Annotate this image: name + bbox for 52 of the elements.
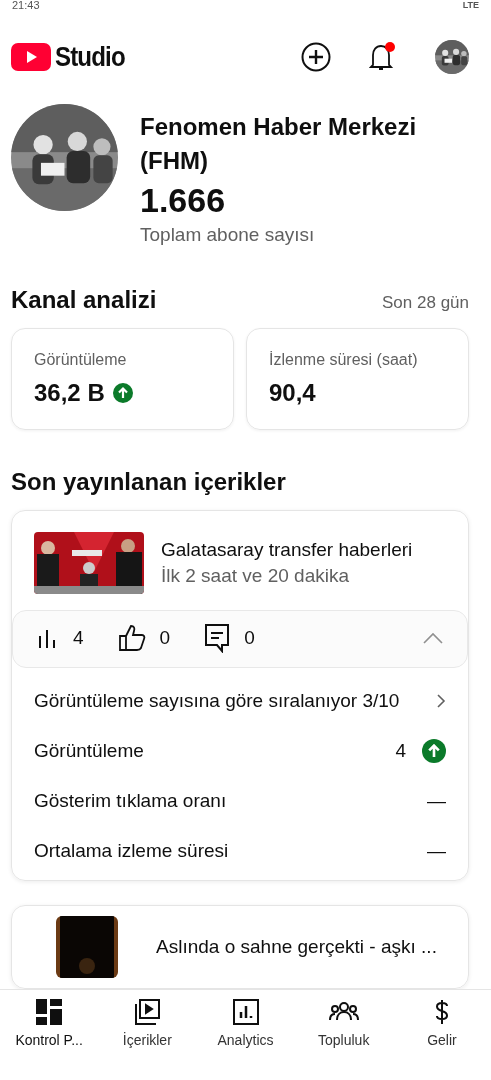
status-time: 21:43 [12,0,40,11]
video-card[interactable]: Aslında o sahne gerçekti - aşkı ... [11,905,469,989]
comment-icon [204,623,231,653]
view-count: 4 [73,627,84,649]
section-title: Son yayınlanan içerikler [11,468,286,496]
ranking-row[interactable]: Görüntüleme sayısına göre sıralanıyor 3/10 [34,676,446,726]
content-icon [134,998,161,1026]
metric-value: — [427,790,446,812]
studio-logo[interactable]: Studio [11,41,127,73]
nav-tab[interactable]: Gelir [392,998,491,1072]
metric-value: 36,2 B [34,379,105,407]
nav-label: Topluluk [318,1032,370,1048]
subscriber-count: 1.666 [140,180,227,221]
subscriber-label: Toplam abone sayısı [140,224,316,246]
chevron-up-icon[interactable] [423,632,443,644]
metric-label: İzlenme süresi (saat) [269,351,419,369]
video-title: Galatasaray transfer haberleri [161,539,413,561]
nav-label: İçerikler [122,1032,172,1048]
metric-label: Ortalama izleme süresi [34,840,229,862]
chevron-right-icon [436,693,446,709]
metric-value: — [427,840,446,862]
nav-tab[interactable]: İçerikler [98,998,197,1072]
metric-card[interactable]: Görüntüleme 36,2 B [11,328,234,430]
ranking-label: Görüntüleme sayısına göre sıralanıyor 3/10 [34,690,400,712]
channel-name: Fenomen Haber Merkezi (FHM) [140,112,418,176]
video-title: Aslında o sahne gerçekti - aşkı ... [156,936,437,958]
nav-tab[interactable]: Analytics [196,998,295,1072]
create-plus-icon[interactable] [301,42,331,72]
metric-value: 4 [395,740,406,762]
bell-icon[interactable] [369,41,397,73]
dashboard-icon [36,998,63,1026]
nav-label: Analytics [217,1032,274,1048]
nav-label: Gelir [427,1032,457,1048]
video-card[interactable]: Galatasaray transfer haberleri İlk 2 saat ve 20 dakika 4 0 0 Görüntüleme sayısına göre sıralanıyor 3/10 Görüntüleme 4 Gösterim tıklama oranı — Ortalama izleme süresi — [11,510,469,881]
metric-value: 90,4 [269,379,316,407]
metric-label: Gösterim tıklama oranı [34,790,227,812]
analytics-icon [232,998,259,1026]
period-label: Son 28 gün [382,293,469,313]
network-label: LTE [462,0,479,11]
section-title: Kanal analizi [11,286,157,314]
nav-tab[interactable]: Kontrol P... [0,998,99,1072]
nav-tab[interactable]: Topluluk [294,998,393,1072]
stats-bar[interactable]: 4 0 0 [12,610,468,668]
thumbs-up-icon [117,624,146,652]
play-logo-icon [11,43,51,71]
video-subtitle: İlk 2 saat ve 20 dakika [161,565,350,587]
like-count: 0 [159,627,171,649]
comment-count: 0 [244,627,255,649]
metric-label: Görüntüleme [34,740,144,762]
metric-card[interactable]: İzlenme süresi (saat) 90,4 [246,328,469,430]
nav-label: Kontrol P... [15,1032,83,1048]
metric-label: Görüntüleme [34,351,128,369]
